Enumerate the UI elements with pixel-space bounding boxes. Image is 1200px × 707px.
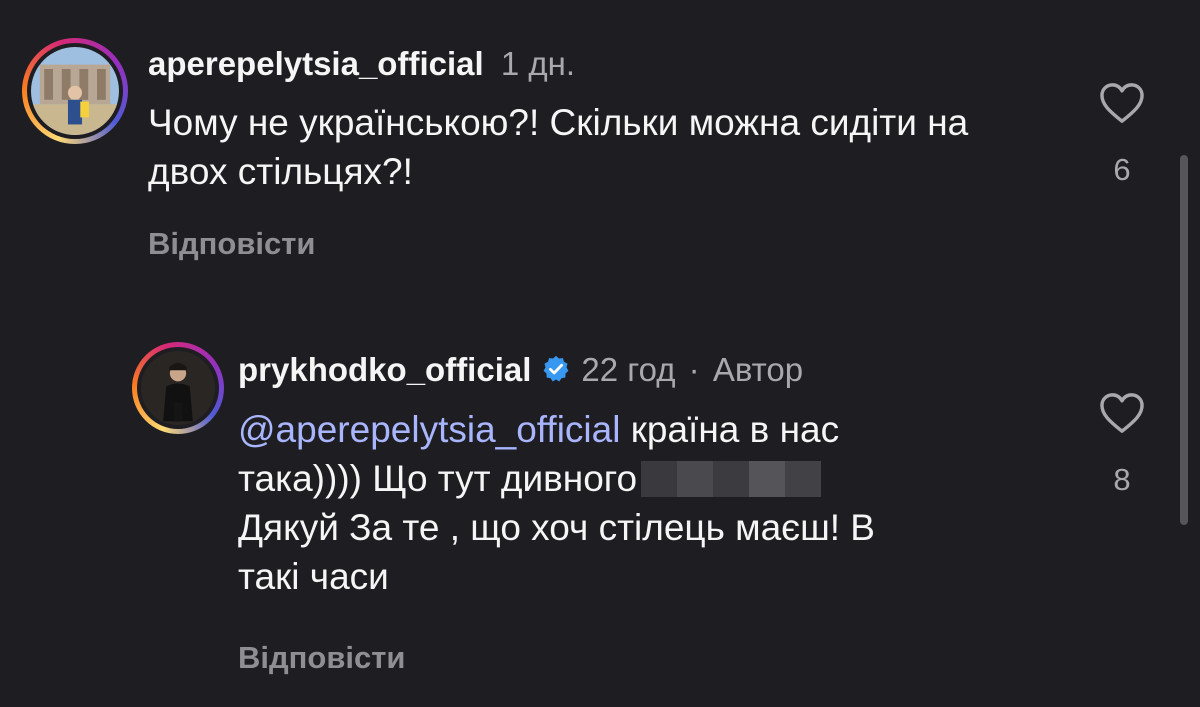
like-count: 6 bbox=[1113, 152, 1131, 187]
user-photo-icon bbox=[141, 351, 215, 425]
comment-text-part: країна в нас bbox=[630, 409, 840, 450]
verified-badge-icon bbox=[544, 355, 569, 382]
scrollbar[interactable] bbox=[1180, 155, 1188, 525]
heart-icon[interactable] bbox=[1099, 82, 1145, 124]
comment-text-part: така)))) Що тут дивного bbox=[238, 458, 638, 499]
avatar[interactable] bbox=[22, 38, 128, 144]
like-control: 6 bbox=[1092, 82, 1152, 188]
comment-text: @aperepelytsia_official країна в нас так… bbox=[238, 405, 1078, 601]
reply-button[interactable]: Відповісти bbox=[148, 226, 316, 262]
timestamp: 22 год bbox=[581, 351, 676, 388]
reply-button[interactable]: Відповісти bbox=[238, 640, 406, 676]
separator: · bbox=[688, 351, 700, 388]
user-photo-icon bbox=[31, 47, 119, 135]
comment-line-2: така)))) Що тут дивного bbox=[238, 454, 1078, 503]
comment-line-4: такі часи bbox=[238, 556, 389, 597]
heart-icon[interactable] bbox=[1099, 392, 1145, 434]
avatar[interactable] bbox=[132, 342, 224, 434]
comment-line-1: @aperepelytsia_official країна в нас bbox=[238, 405, 1078, 454]
like-count: 8 bbox=[1113, 462, 1131, 497]
timestamp: 1 дн. bbox=[500, 45, 575, 82]
comment-line-3: Дякуй За те , що хоч стілець маєш! В bbox=[238, 507, 875, 548]
author-badge: Автор bbox=[712, 351, 804, 388]
username[interactable]: aperepelytsia_official bbox=[148, 45, 484, 82]
mention-link[interactable]: @aperepelytsia_official bbox=[238, 409, 620, 450]
username[interactable]: prykhodko_official bbox=[238, 351, 531, 388]
comment-text: Чому не українською?! Скільки можна сиді… bbox=[148, 102, 969, 192]
like-control: 8 bbox=[1092, 392, 1152, 498]
blurred-emoji bbox=[641, 461, 822, 497]
